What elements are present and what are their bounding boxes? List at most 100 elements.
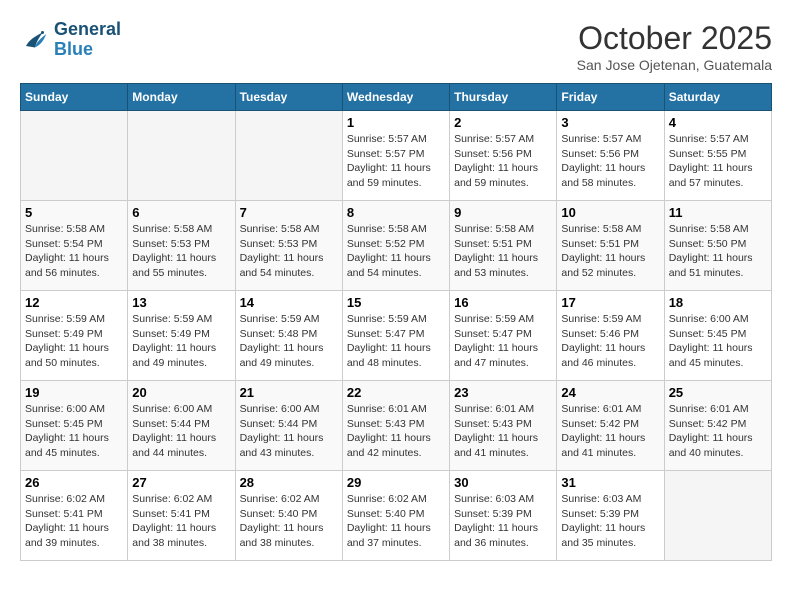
day-info: Sunrise: 6:01 AM Sunset: 5:42 PM Dayligh… xyxy=(561,402,659,461)
calendar-week-row: 26 Sunrise: 6:02 AM Sunset: 5:41 PM Dayli… xyxy=(21,471,772,561)
calendar-cell: 1 Sunrise: 5:57 AM Sunset: 5:57 PM Daylig… xyxy=(342,111,449,201)
calendar-cell: 5Sunrise: 5:58 AM Sunset: 5:54 PM Daylig… xyxy=(21,201,128,291)
weekday-header: Sunday xyxy=(21,84,128,111)
day-number: 29 xyxy=(347,475,445,490)
calendar-cell xyxy=(128,111,235,201)
day-info: Sunrise: 5:58 AM Sunset: 5:51 PM Dayligh… xyxy=(454,222,552,281)
day-info: Sunrise: 6:00 AM Sunset: 5:44 PM Dayligh… xyxy=(132,402,230,461)
calendar-week-row: 5Sunrise: 5:58 AM Sunset: 5:54 PM Daylig… xyxy=(21,201,772,291)
day-number: 12 xyxy=(25,295,123,310)
day-number: 20 xyxy=(132,385,230,400)
day-info: Sunrise: 5:59 AM Sunset: 5:49 PM Dayligh… xyxy=(25,312,123,371)
day-number: 15 xyxy=(347,295,445,310)
calendar-cell: 23 Sunrise: 6:01 AM Sunset: 5:43 PM Dayli… xyxy=(450,381,557,471)
calendar-cell: 2 Sunrise: 5:57 AM Sunset: 5:56 PM Daylig… xyxy=(450,111,557,201)
calendar-cell: 11Sunrise: 5:58 AM Sunset: 5:50 PM Dayli… xyxy=(664,201,771,291)
calendar-cell: 21Sunrise: 6:00 AM Sunset: 5:44 PM Dayli… xyxy=(235,381,342,471)
calendar-cell xyxy=(664,471,771,561)
calendar-cell: 4 Sunrise: 5:57 AM Sunset: 5:55 PM Daylig… xyxy=(664,111,771,201)
weekday-header: Tuesday xyxy=(235,84,342,111)
calendar-week-row: 19 Sunrise: 6:00 AM Sunset: 5:45 PM Dayli… xyxy=(21,381,772,471)
logo-icon xyxy=(20,25,50,55)
weekday-header: Saturday xyxy=(664,84,771,111)
day-number: 30 xyxy=(454,475,552,490)
day-number: 13 xyxy=(132,295,230,310)
day-info: Sunrise: 6:02 AM Sunset: 5:41 PM Dayligh… xyxy=(25,492,123,551)
day-number: 28 xyxy=(240,475,338,490)
day-info: Sunrise: 6:00 AM Sunset: 5:45 PM Dayligh… xyxy=(25,402,123,461)
calendar-cell: 19 Sunrise: 6:00 AM Sunset: 5:45 PM Dayli… xyxy=(21,381,128,471)
day-info: Sunrise: 5:58 AM Sunset: 5:51 PM Dayligh… xyxy=(561,222,659,281)
day-number: 16 xyxy=(454,295,552,310)
logo-text-blue: Blue xyxy=(54,39,93,59)
day-info: Sunrise: 5:57 AM Sunset: 5:57 PM Dayligh… xyxy=(347,132,445,191)
day-number: 22 xyxy=(347,385,445,400)
calendar-cell: 17 Sunrise: 5:59 AM Sunset: 5:46 PM Dayli… xyxy=(557,291,664,381)
calendar-cell: 12 Sunrise: 5:59 AM Sunset: 5:49 PM Dayli… xyxy=(21,291,128,381)
day-number: 14 xyxy=(240,295,338,310)
calendar-cell: 14 Sunrise: 5:59 AM Sunset: 5:48 PM Dayli… xyxy=(235,291,342,381)
day-number: 23 xyxy=(454,385,552,400)
calendar-cell: 13 Sunrise: 5:59 AM Sunset: 5:49 PM Dayli… xyxy=(128,291,235,381)
calendar-cell: 7Sunrise: 5:58 AM Sunset: 5:53 PM Daylig… xyxy=(235,201,342,291)
day-info: Sunrise: 5:57 AM Sunset: 5:56 PM Dayligh… xyxy=(454,132,552,191)
calendar-cell: 30Sunrise: 6:03 AM Sunset: 5:39 PM Dayli… xyxy=(450,471,557,561)
day-number: 10 xyxy=(561,205,659,220)
calendar-cell: 20 Sunrise: 6:00 AM Sunset: 5:44 PM Dayli… xyxy=(128,381,235,471)
day-info: Sunrise: 5:57 AM Sunset: 5:55 PM Dayligh… xyxy=(669,132,767,191)
day-number: 3 xyxy=(561,115,659,130)
calendar-cell: 8 Sunrise: 5:58 AM Sunset: 5:52 PM Daylig… xyxy=(342,201,449,291)
calendar-cell: 6Sunrise: 5:58 AM Sunset: 5:53 PM Daylig… xyxy=(128,201,235,291)
calendar-week-row: 12 Sunrise: 5:59 AM Sunset: 5:49 PM Dayli… xyxy=(21,291,772,381)
calendar-cell: 9 Sunrise: 5:58 AM Sunset: 5:51 PM Daylig… xyxy=(450,201,557,291)
title-section: October 2025 San Jose Ojetenan, Guatemal… xyxy=(577,20,772,73)
day-info: Sunrise: 6:03 AM Sunset: 5:39 PM Dayligh… xyxy=(561,492,659,551)
calendar-cell: 25 Sunrise: 6:01 AM Sunset: 5:42 PM Dayli… xyxy=(664,381,771,471)
day-info: Sunrise: 5:58 AM Sunset: 5:53 PM Dayligh… xyxy=(132,222,230,281)
day-number: 26 xyxy=(25,475,123,490)
day-info: Sunrise: 6:01 AM Sunset: 5:42 PM Dayligh… xyxy=(669,402,767,461)
calendar-cell: 26 Sunrise: 6:02 AM Sunset: 5:41 PM Dayli… xyxy=(21,471,128,561)
day-number: 25 xyxy=(669,385,767,400)
logo: General Blue xyxy=(20,20,121,60)
calendar-cell: 16 Sunrise: 5:59 AM Sunset: 5:47 PM Dayli… xyxy=(450,291,557,381)
day-number: 1 xyxy=(347,115,445,130)
calendar-week-row: 1 Sunrise: 5:57 AM Sunset: 5:57 PM Daylig… xyxy=(21,111,772,201)
day-number: 27 xyxy=(132,475,230,490)
calendar-cell: 10 Sunrise: 5:58 AM Sunset: 5:51 PM Dayli… xyxy=(557,201,664,291)
calendar-cell: 22 Sunrise: 6:01 AM Sunset: 5:43 PM Dayli… xyxy=(342,381,449,471)
weekday-header: Friday xyxy=(557,84,664,111)
day-info: Sunrise: 5:59 AM Sunset: 5:47 PM Dayligh… xyxy=(454,312,552,371)
day-number: 17 xyxy=(561,295,659,310)
calendar-cell xyxy=(21,111,128,201)
day-info: Sunrise: 5:58 AM Sunset: 5:52 PM Dayligh… xyxy=(347,222,445,281)
day-info: Sunrise: 6:01 AM Sunset: 5:43 PM Dayligh… xyxy=(454,402,552,461)
day-info: Sunrise: 5:58 AM Sunset: 5:53 PM Dayligh… xyxy=(240,222,338,281)
calendar-cell: 28Sunrise: 6:02 AM Sunset: 5:40 PM Dayli… xyxy=(235,471,342,561)
weekday-header: Monday xyxy=(128,84,235,111)
day-info: Sunrise: 5:59 AM Sunset: 5:49 PM Dayligh… xyxy=(132,312,230,371)
day-info: Sunrise: 5:59 AM Sunset: 5:47 PM Dayligh… xyxy=(347,312,445,371)
day-number: 18 xyxy=(669,295,767,310)
day-number: 9 xyxy=(454,205,552,220)
day-number: 31 xyxy=(561,475,659,490)
page-header: General Blue October 2025 San Jose Ojete… xyxy=(20,20,772,73)
day-info: Sunrise: 5:59 AM Sunset: 5:48 PM Dayligh… xyxy=(240,312,338,371)
calendar-cell: 18 Sunrise: 6:00 AM Sunset: 5:45 PM Dayli… xyxy=(664,291,771,381)
day-number: 19 xyxy=(25,385,123,400)
calendar-cell xyxy=(235,111,342,201)
weekday-header: Thursday xyxy=(450,84,557,111)
day-info: Sunrise: 6:02 AM Sunset: 5:41 PM Dayligh… xyxy=(132,492,230,551)
day-number: 4 xyxy=(669,115,767,130)
weekday-header: Wednesday xyxy=(342,84,449,111)
day-number: 2 xyxy=(454,115,552,130)
calendar-cell: 31 Sunrise: 6:03 AM Sunset: 5:39 PM Dayli… xyxy=(557,471,664,561)
location: San Jose Ojetenan, Guatemala xyxy=(577,57,772,73)
day-info: Sunrise: 6:02 AM Sunset: 5:40 PM Dayligh… xyxy=(347,492,445,551)
day-number: 11 xyxy=(669,205,767,220)
day-number: 8 xyxy=(347,205,445,220)
day-info: Sunrise: 5:59 AM Sunset: 5:46 PM Dayligh… xyxy=(561,312,659,371)
day-info: Sunrise: 6:00 AM Sunset: 5:45 PM Dayligh… xyxy=(669,312,767,371)
day-info: Sunrise: 6:01 AM Sunset: 5:43 PM Dayligh… xyxy=(347,402,445,461)
calendar-cell: 3Sunrise: 5:57 AM Sunset: 5:56 PM Daylig… xyxy=(557,111,664,201)
